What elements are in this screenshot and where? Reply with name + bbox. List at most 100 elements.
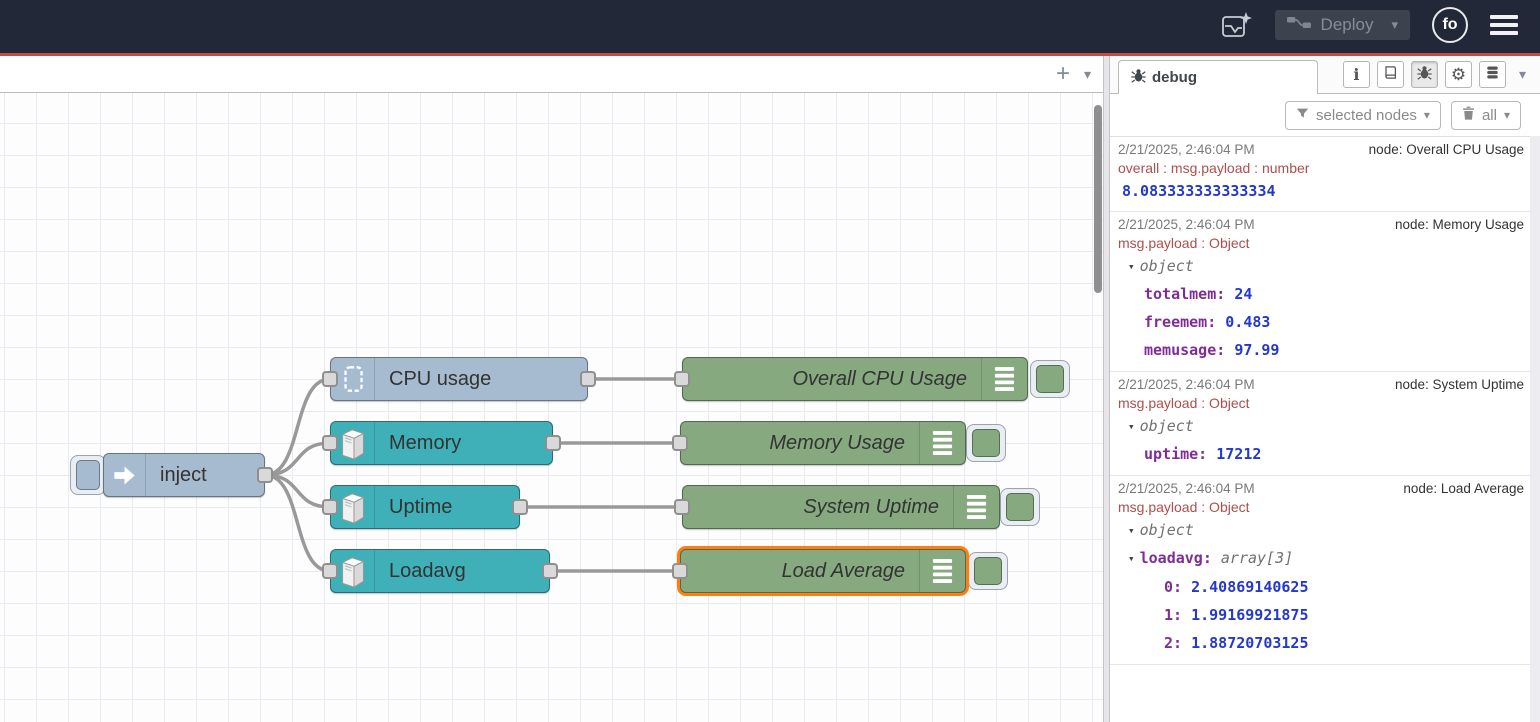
flow-tabbar: + ▾ — [0, 56, 1103, 93]
info-icon: i — [1353, 65, 1359, 84]
inject-arrow-icon — [104, 454, 146, 496]
node-loadavg[interactable]: Loadavg — [330, 549, 550, 593]
object-key: memusage: — [1144, 341, 1225, 359]
collapse-caret-icon[interactable]: ▾ — [1128, 518, 1135, 544]
tab-debug-button[interactable] — [1411, 61, 1438, 88]
bug-icon — [1131, 68, 1146, 87]
user-avatar[interactable]: fo — [1432, 7, 1468, 43]
debug-message: 2/21/2025, 2:46:04 PM node: Overall CPU … — [1110, 137, 1530, 212]
input-port[interactable] — [322, 371, 338, 387]
ai-assistant-icon[interactable] — [1221, 10, 1253, 40]
message-timestamp: 2/21/2025, 2:46:04 PM — [1118, 140, 1255, 159]
debug-message: 2/21/2025, 2:46:04 PM node: Load Average… — [1110, 476, 1530, 665]
message-node-name: node: System Uptime — [1395, 375, 1524, 394]
output-port[interactable] — [512, 499, 528, 515]
object-label: object — [1140, 417, 1194, 435]
workspace[interactable]: inject CPU usage — [0, 93, 1103, 722]
chevron-down-icon: ▾ — [1504, 108, 1510, 122]
output-port[interactable] — [545, 435, 561, 451]
message-node-name: node: Memory Usage — [1395, 215, 1524, 234]
node-label: Overall CPU Usage — [683, 358, 981, 400]
node-label: Load Average — [681, 550, 919, 592]
sidebar-splitter[interactable] — [1103, 56, 1110, 722]
collapse-caret-icon[interactable]: ▾ — [1128, 254, 1135, 280]
debug-message-list: 2/21/2025, 2:46:04 PM node: Overall CPU … — [1110, 136, 1530, 722]
object-key: totalmem: — [1144, 285, 1225, 303]
app-header: Deploy ▾ fo — [0, 0, 1540, 56]
node-label: Loadavg — [375, 550, 549, 592]
message-timestamp: 2/21/2025, 2:46:04 PM — [1118, 479, 1255, 498]
wire[interactable] — [265, 443, 330, 475]
node-label: System Uptime — [683, 486, 953, 528]
flow-list-chevron-icon[interactable]: ▾ — [1084, 62, 1091, 86]
tab-debug[interactable]: debug — [1118, 60, 1318, 94]
message-node-name: node: Load Average — [1403, 479, 1524, 498]
node-uptime[interactable]: Uptime — [330, 485, 520, 529]
object-label: object — [1140, 257, 1194, 275]
node-label: CPU usage — [375, 358, 587, 400]
deploy-button[interactable]: Deploy ▾ — [1275, 10, 1410, 40]
output-port[interactable] — [542, 563, 558, 579]
debug-sidebar: debug i — [1110, 56, 1540, 722]
canvas-vertical-scrollbar[interactable] — [1094, 105, 1102, 293]
array-value: 2.40869140625 — [1191, 578, 1308, 596]
debug-list-icon — [919, 550, 965, 592]
input-port[interactable] — [322, 499, 338, 515]
debug-filter-button[interactable]: selected nodes ▾ — [1285, 101, 1441, 130]
wire[interactable] — [265, 475, 330, 507]
array-index: 2: — [1164, 634, 1182, 652]
debug-toggle-button[interactable] — [1000, 488, 1040, 526]
object-value: 0.483 — [1225, 313, 1270, 331]
sidebar-scrollbar-track[interactable] — [1530, 136, 1540, 722]
message-property: msg.payload : Object — [1118, 234, 1524, 253]
input-port[interactable] — [674, 499, 690, 515]
node-inject[interactable]: inject — [103, 453, 265, 497]
node-system-uptime[interactable]: System Uptime — [682, 485, 1000, 529]
message-property: msg.payload : Object — [1118, 498, 1524, 517]
debug-toggle-button[interactable] — [1030, 360, 1070, 398]
collapse-caret-icon[interactable]: ▾ — [1128, 414, 1135, 440]
input-port[interactable] — [322, 435, 338, 451]
node-load-average[interactable]: Load Average — [680, 549, 966, 593]
debug-toggle-button[interactable] — [966, 424, 1006, 462]
debug-toggle-button[interactable] — [968, 552, 1008, 590]
input-port[interactable] — [672, 563, 688, 579]
tab-debug-label: debug — [1152, 69, 1197, 86]
database-icon — [1485, 65, 1500, 85]
output-port[interactable] — [257, 467, 273, 483]
sidebar-tabbar: debug i — [1110, 56, 1540, 94]
node-label: Memory Usage — [681, 422, 919, 464]
input-port[interactable] — [674, 371, 690, 387]
input-port[interactable] — [322, 563, 338, 579]
collapse-caret-icon[interactable]: ▾ — [1128, 545, 1135, 573]
tab-config-button[interactable]: ⚙ — [1445, 61, 1472, 88]
node-memory[interactable]: Memory — [330, 421, 553, 465]
trash-icon — [1462, 106, 1475, 124]
message-property: overall : msg.payload : number — [1118, 159, 1524, 178]
tab-help-button[interactable] — [1377, 61, 1404, 88]
sidebar-menu-chevron-icon[interactable]: ▾ — [1519, 66, 1526, 83]
debug-clear-button[interactable]: all ▾ — [1451, 101, 1521, 130]
add-flow-button[interactable]: + — [1056, 62, 1070, 86]
deploy-chevron-icon[interactable]: ▾ — [1391, 17, 1398, 33]
clear-label: all — [1482, 107, 1497, 124]
hamburger-menu-icon[interactable] — [1490, 15, 1518, 35]
tab-context-button[interactable] — [1479, 61, 1506, 88]
inject-trigger-button[interactable] — [70, 455, 106, 495]
bug-icon — [1417, 65, 1432, 85]
node-overall-cpu-usage[interactable]: Overall CPU Usage — [682, 357, 1028, 401]
input-port[interactable] — [672, 435, 688, 451]
deploy-nodes-icon — [1287, 14, 1311, 36]
output-port[interactable] — [580, 371, 596, 387]
filter-label: selected nodes — [1316, 107, 1417, 124]
tab-info-button[interactable]: i — [1343, 61, 1370, 88]
message-timestamp: 2/21/2025, 2:46:04 PM — [1118, 215, 1255, 234]
message-property: msg.payload : Object — [1118, 394, 1524, 413]
object-value: 24 — [1234, 285, 1252, 303]
gear-icon: ⚙ — [1451, 66, 1466, 83]
object-value: 17212 — [1216, 445, 1261, 463]
node-memory-usage[interactable]: Memory Usage — [680, 421, 966, 465]
node-cpu-usage[interactable]: CPU usage — [330, 357, 588, 401]
object-label: object — [1140, 521, 1194, 539]
object-key: uptime: — [1144, 445, 1207, 463]
